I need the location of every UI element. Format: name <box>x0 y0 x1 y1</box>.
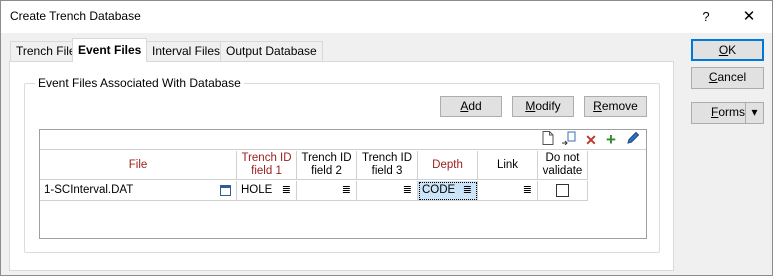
trench-id-3-cell[interactable]: ≣ <box>357 181 418 201</box>
column-header-trench-id-1[interactable]: Trench ID field 1 <box>237 151 297 180</box>
column-header-do-not-validate[interactable]: Do not validate <box>538 151 588 180</box>
tab-interval-files[interactable]: Interval Files <box>146 41 227 61</box>
tab-output-database[interactable]: Output Database <box>220 41 323 61</box>
list-icon[interactable]: ≣ <box>523 181 532 200</box>
window-title: Create Trench Database <box>10 9 141 23</box>
file-cell[interactable]: 1-SCInterval.DAT <box>40 181 237 201</box>
close-button[interactable]: ✕ <box>729 4 769 30</box>
column-header-trench-id-3[interactable]: Trench ID field 3 <box>357 151 418 180</box>
tab-event-files[interactable]: Event Files <box>72 38 148 62</box>
depth-cell[interactable]: CODE ≣ <box>418 181 478 201</box>
export-icon[interactable] <box>560 131 578 149</box>
list-icon[interactable]: ≣ <box>403 181 412 200</box>
depth-value: CODE <box>422 184 456 196</box>
grid-toolbar: ✕ + <box>40 130 646 150</box>
new-file-icon[interactable] <box>539 131 557 149</box>
column-header-trench-id-2[interactable]: Trench ID field 2 <box>297 151 357 180</box>
group-legend: Event Files Associated With Database <box>35 76 244 90</box>
do-not-validate-checkbox[interactable] <box>556 184 569 197</box>
edit-pencil-icon[interactable] <box>624 131 642 149</box>
list-icon[interactable]: ≣ <box>463 181 472 200</box>
column-header-file[interactable]: File <box>40 151 237 180</box>
cancel-button[interactable]: Cancel <box>691 67 764 89</box>
modify-button[interactable]: Modify <box>512 96 574 117</box>
browse-icon[interactable] <box>220 184 231 203</box>
event-files-panel: Event Files Associated With Database Add… <box>9 61 674 271</box>
tab-trench-file[interactable]: Trench File <box>10 41 82 61</box>
list-icon[interactable]: ≣ <box>342 181 351 200</box>
list-icon[interactable]: ≣ <box>282 181 291 200</box>
column-header-link[interactable]: Link <box>478 151 538 180</box>
file-value: 1-SCInterval.DAT <box>44 184 134 196</box>
add-icon[interactable]: + <box>602 131 620 149</box>
column-header-depth[interactable]: Depth <box>418 151 478 180</box>
dialog-window: Create Trench Database ? ✕ Trench File E… <box>0 0 773 276</box>
do-not-validate-cell <box>538 181 588 201</box>
remove-button[interactable]: Remove <box>584 96 647 117</box>
help-button[interactable]: ? <box>691 4 721 30</box>
trench-id-1-value: HOLE <box>241 184 273 196</box>
link-cell[interactable]: ≣ <box>478 181 538 201</box>
trench-id-1-cell[interactable]: HOLE ≣ <box>237 181 297 201</box>
forms-button[interactable]: Forms ▾ <box>691 102 764 124</box>
trench-id-2-cell[interactable]: ≣ <box>297 181 357 201</box>
ok-button[interactable]: OK <box>691 39 764 61</box>
delete-icon[interactable]: ✕ <box>582 131 600 149</box>
title-bar: Create Trench Database ? ✕ <box>1 1 772 33</box>
add-button[interactable]: Add <box>440 96 502 117</box>
event-files-grid: ✕ + File Trench ID field 1 Trench ID fie… <box>39 129 647 239</box>
forms-dropdown-arrow-icon[interactable]: ▾ <box>745 103 763 123</box>
event-files-group: Event Files Associated With Database Add… <box>24 76 660 253</box>
